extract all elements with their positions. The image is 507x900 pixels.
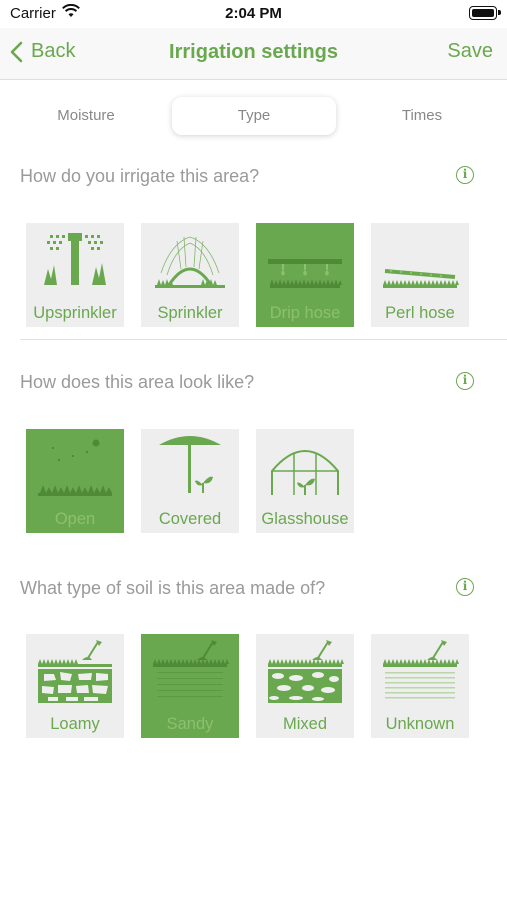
option-covered[interactable]: Covered	[141, 429, 239, 533]
option-upsprinkler[interactable]: Upsprinkler	[26, 223, 124, 327]
irrigation-question: How do you irrigate this area?	[20, 166, 260, 186]
option-label: Upsprinkler	[33, 304, 117, 322]
option-label: Mixed	[282, 715, 327, 733]
option-perl-hose[interactable]: Perl hose	[371, 223, 469, 327]
option-label: Loamy	[50, 715, 100, 733]
option-label: Perl hose	[385, 304, 455, 322]
tab-bar: Moisture Type Times	[0, 97, 507, 137]
chevron-left-icon	[10, 41, 23, 62]
back-label: Back	[31, 40, 76, 62]
tab-moisture[interactable]: Moisture	[4, 97, 168, 135]
back-button[interactable]: Back	[10, 40, 75, 63]
look-info-icon[interactable]: i	[456, 372, 474, 390]
page-title: Irrigation settings	[169, 41, 338, 63]
soil-question: What type of soil is this area made of?	[20, 578, 326, 598]
option-open[interactable]: Open	[26, 429, 124, 533]
drip-hose-icon	[268, 259, 342, 288]
option-label: Sprinkler	[157, 304, 223, 322]
save-button[interactable]: Save	[447, 40, 493, 63]
clock: 2:04 PM	[225, 5, 282, 22]
option-label: Glasshouse	[261, 510, 349, 528]
soil-info-icon[interactable]: i	[456, 578, 474, 596]
perl-hose-icon	[383, 269, 459, 288]
sprinkler-icon	[155, 236, 225, 288]
option-drip-hose[interactable]: Drip hose	[256, 223, 354, 327]
option-label: Unknown	[385, 715, 455, 733]
status-bar: Carrier 2:04 PM	[0, 0, 507, 28]
option-label: Drip hose	[269, 304, 341, 322]
unknown-soil-icon	[383, 640, 459, 699]
loamy-soil-icon	[38, 640, 112, 703]
open-field-icon	[38, 439, 112, 496]
option-label: Covered	[158, 510, 222, 528]
section-divider	[20, 339, 507, 340]
glasshouse-icon	[271, 450, 339, 495]
tab-times[interactable]: Times	[340, 97, 504, 135]
sandy-soil-icon	[153, 640, 229, 697]
covered-umbrella-icon	[159, 436, 221, 493]
option-loamy[interactable]: Loamy	[26, 634, 124, 738]
option-glasshouse[interactable]: Glasshouse	[256, 429, 354, 533]
option-unknown[interactable]: Unknown	[371, 634, 469, 738]
option-label: Sandy	[166, 715, 214, 733]
look-question: How does this area look like?	[20, 372, 255, 392]
upsprinkler-icon	[44, 233, 106, 285]
option-sandy[interactable]: Sandy	[141, 634, 239, 738]
battery-icon	[469, 6, 501, 20]
option-label: Open	[54, 510, 96, 528]
irrigation-info-icon[interactable]: i	[456, 166, 474, 184]
tab-type[interactable]: Type	[172, 97, 336, 135]
mixed-soil-icon	[268, 640, 344, 703]
option-sprinkler[interactable]: Sprinkler	[141, 223, 239, 327]
option-mixed[interactable]: Mixed	[256, 634, 354, 738]
navigation-bar: Back Irrigation settings Save	[0, 28, 507, 80]
